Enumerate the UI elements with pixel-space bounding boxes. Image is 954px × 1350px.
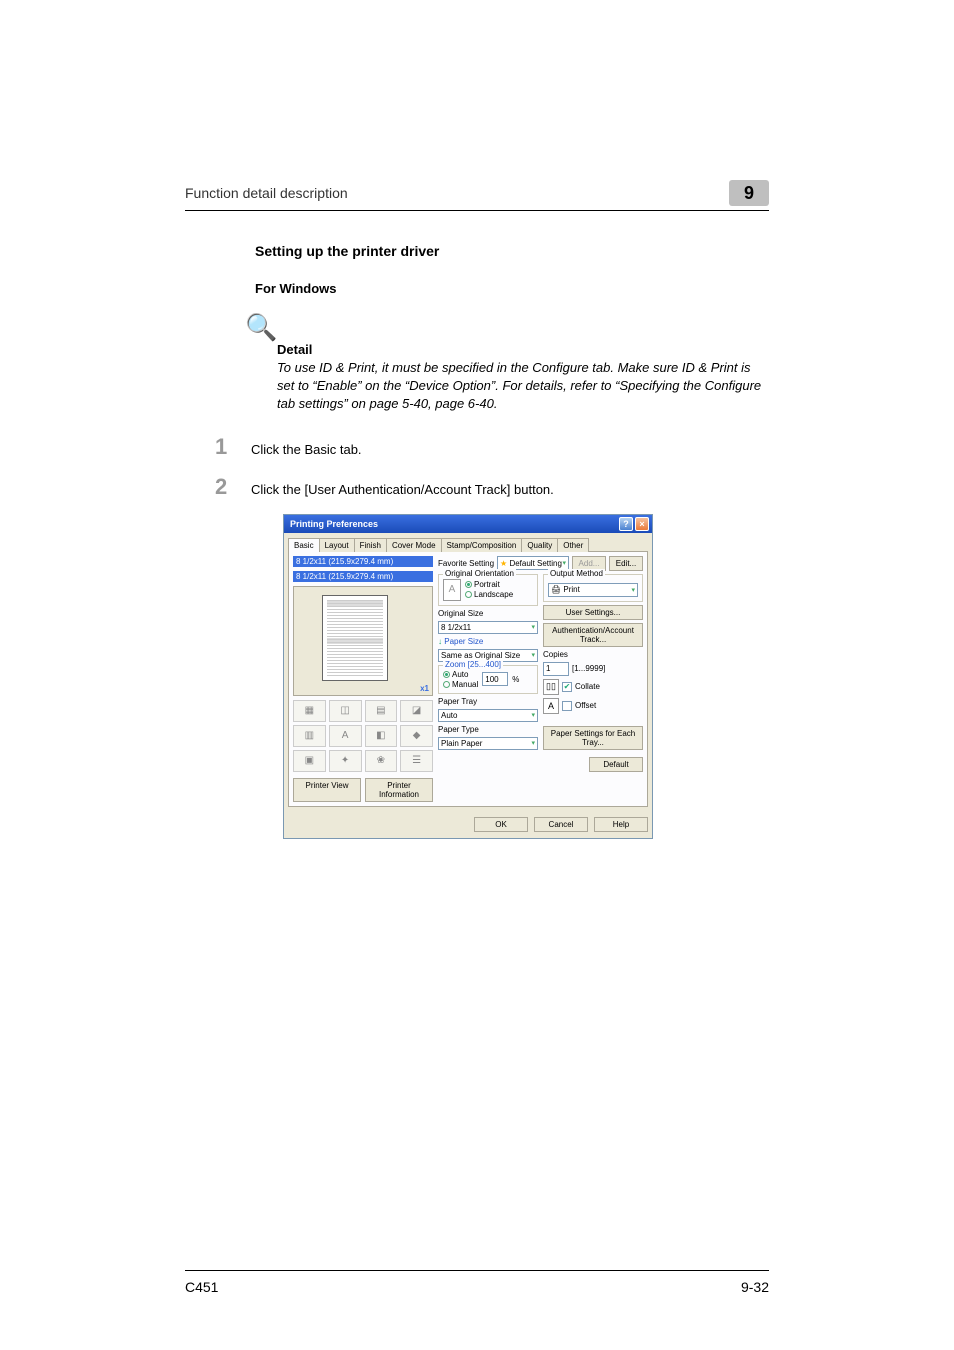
printer-view-button[interactable]: Printer View	[293, 778, 361, 802]
zoom-value-input[interactable]: 100	[482, 672, 508, 686]
status-icon: ◪	[400, 700, 433, 722]
offset-checkbox[interactable]	[562, 701, 572, 711]
chapter-badge: 9	[729, 180, 769, 206]
tab-finish[interactable]: Finish	[354, 538, 387, 552]
dialog-titlebar[interactable]: Printing Preferences ? ×	[284, 515, 652, 533]
section-heading: Setting up the printer driver	[255, 243, 769, 259]
tab-stamp-composition[interactable]: Stamp/Composition	[441, 538, 523, 552]
paper-settings-each-tray-button[interactable]: Paper Settings for Each Tray...	[543, 726, 643, 750]
status-icon-grid: ▦ ◫ ▤ ◪ ▥ A ◧ ◆ ▣ ✦ ❀ ☰	[293, 700, 433, 772]
status-icon: ◫	[329, 700, 362, 722]
paper-type-label: Paper Type	[438, 725, 538, 734]
subsection-heading: For Windows	[255, 281, 769, 296]
help-icon[interactable]: ?	[619, 517, 633, 531]
dialog-title: Printing Preferences	[290, 519, 378, 529]
copies-range-label: [1...9999]	[572, 664, 605, 673]
output-method-combo[interactable]: 🖨 Print▾	[548, 583, 638, 597]
zoom-manual-radio[interactable]: Manual	[443, 680, 478, 689]
zoom-group: Zoom [25...400] Auto Manual 100 %	[438, 665, 538, 694]
favorite-edit-button[interactable]: Edit...	[609, 556, 643, 571]
cancel-button[interactable]: Cancel	[534, 817, 588, 832]
original-orientation-group: Original Orientation A Portrait Landscap…	[438, 574, 538, 606]
footer-model: C451	[185, 1279, 218, 1295]
paper-tray-combo[interactable]: Auto▾	[438, 709, 538, 722]
original-size-banner: 8 1/2x11 (215.9x279.4 mm)	[293, 556, 433, 567]
default-button[interactable]: Default	[589, 757, 643, 772]
paper-tray-label: Paper Tray	[438, 697, 538, 706]
orientation-icon: A	[443, 579, 461, 601]
header-rule	[185, 210, 769, 211]
footer-page-number: 9-32	[741, 1279, 769, 1295]
collate-checkbox[interactable]: ✔	[562, 682, 572, 692]
status-icon: ▣	[293, 750, 326, 772]
copies-input[interactable]: 1	[543, 662, 569, 676]
copies-label: Copies	[543, 650, 643, 659]
zoom-auto-radio[interactable]: Auto	[443, 670, 478, 679]
zoom-indicator: x1	[420, 684, 429, 693]
collate-label: Collate	[575, 682, 600, 691]
tab-cover-mode[interactable]: Cover Mode	[386, 538, 442, 552]
status-icon: ◆	[400, 725, 433, 747]
paper-type-combo[interactable]: Plain Paper▾	[438, 737, 538, 750]
status-icon: A	[329, 725, 362, 747]
orientation-portrait-radio[interactable]: Portrait	[465, 580, 513, 589]
favorite-setting-label: Favorite Setting	[438, 559, 494, 568]
step-number: 1	[215, 434, 251, 460]
status-icon: ▤	[365, 700, 398, 722]
original-size-label: Original Size	[438, 609, 538, 618]
status-icon: ✦	[329, 750, 362, 772]
offset-icon: A	[543, 698, 559, 714]
printing-preferences-dialog: Printing Preferences ? × Basic Layout Fi…	[283, 514, 653, 839]
status-icon: ▦	[293, 700, 326, 722]
zoom-percent-label: %	[512, 675, 519, 684]
close-icon[interactable]: ×	[635, 517, 649, 531]
tab-quality[interactable]: Quality	[521, 538, 558, 552]
orientation-landscape-radio[interactable]: Landscape	[465, 590, 513, 599]
paper-size-banner: 8 1/2x11 (215.9x279.4 mm)	[293, 571, 433, 582]
status-icon: ❀	[365, 750, 398, 772]
auth-account-track-button[interactable]: Authentication/Account Track...	[543, 623, 643, 647]
tab-other[interactable]: Other	[557, 538, 589, 552]
original-size-combo[interactable]: 8 1/2x11▾	[438, 621, 538, 634]
status-icon: ☰	[400, 750, 433, 772]
step-1-text: Click the Basic tab.	[251, 438, 362, 457]
status-icon: ▥	[293, 725, 326, 747]
offset-label: Offset	[575, 701, 596, 710]
tab-layout[interactable]: Layout	[319, 538, 355, 552]
step-2-text: Click the [User Authentication/Account T…	[251, 478, 554, 497]
tab-basic[interactable]: Basic	[288, 538, 320, 552]
paper-size-label: ↓ Paper Size	[438, 637, 538, 646]
step-number: 2	[215, 474, 251, 500]
user-settings-button[interactable]: User Settings...	[543, 605, 643, 620]
magnifier-icon: 🔍	[245, 314, 769, 340]
detail-body: To use ID & Print, it must be specified …	[277, 359, 769, 414]
help-button[interactable]: Help	[594, 817, 648, 832]
page-header-title: Function detail description	[185, 185, 348, 201]
detail-title: Detail	[277, 342, 769, 357]
status-icon: ◧	[365, 725, 398, 747]
collate-icon: ▯▯	[543, 679, 559, 695]
printer-information-button[interactable]: Printer Information	[365, 778, 433, 802]
output-method-group: Output Method 🖨 Print▾	[543, 574, 643, 602]
page-preview: x1	[293, 586, 433, 696]
ok-button[interactable]: OK	[474, 817, 528, 832]
